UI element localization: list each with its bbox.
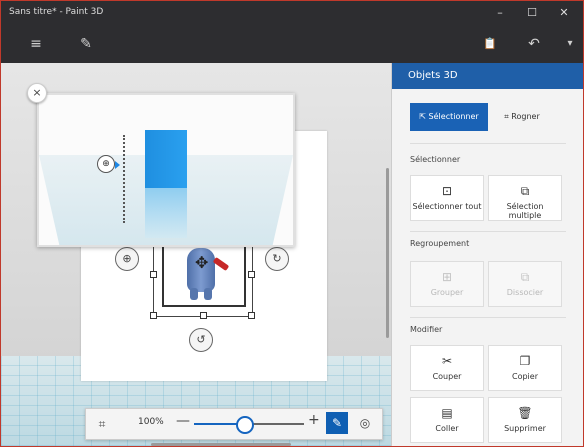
copy-icon: ❐ — [519, 354, 531, 368]
crop-mode-button[interactable]: ⌗ Rogner — [492, 103, 552, 131]
depth-guide — [123, 135, 125, 223]
paste-icon[interactable]: 📋 — [477, 33, 503, 55]
side-panel: Objets 3D ⇱ Sélectionner ⌗ Rogner Sélect… — [391, 63, 583, 446]
resize-handle[interactable] — [248, 312, 255, 319]
canvas-area[interactable]: ⊕ ↻ ↺ ✥ ⊕ × ⌗ 100% — + ✎ ◎ — [1, 63, 391, 446]
move-cursor-icon: ✥ — [195, 253, 209, 272]
section-group-title: Regroupement — [410, 239, 470, 248]
window-title: Sans titre* - Paint 3D — [9, 7, 104, 17]
rotate-y-handle-icon[interactable]: ⊕ — [115, 247, 139, 271]
resize-handle[interactable] — [150, 271, 157, 278]
zoom-value: 100% — [138, 417, 164, 427]
group-button[interactable]: ⊞ Grouper — [410, 261, 484, 307]
more-icon[interactable]: ▾ — [557, 33, 583, 55]
delete-button[interactable]: 🗑 Supprimer — [488, 397, 562, 443]
select-all-icon: ⊡ — [441, 184, 453, 198]
toolbar: ≡ ✎ 📋 ↶ ▾ — [1, 25, 583, 64]
arrow-right-icon — [115, 161, 120, 169]
ungroup-icon: ⧉ — [520, 270, 530, 284]
multi-select-button[interactable]: ⧉ Sélection multiple — [488, 175, 562, 221]
brush-icon[interactable]: ✎ — [73, 33, 99, 55]
zoom-in-button[interactable]: + — [308, 412, 320, 428]
undo-icon[interactable]: ↶ — [521, 33, 547, 55]
select-mode-button[interactable]: ⇱ Sélectionner — [410, 103, 488, 131]
zoom-out-button[interactable]: — — [176, 413, 190, 429]
close-window-button[interactable]: ✕ — [553, 4, 575, 22]
section-modify-title: Modifier — [410, 325, 443, 334]
cursor-icon: ⇱ — [419, 112, 429, 121]
rotate-x-handle-icon[interactable]: ↻ — [265, 247, 289, 271]
view-3d-icon[interactable]: ◎ — [354, 412, 376, 434]
zoom-slider-thumb[interactable] — [235, 416, 254, 434]
fit-to-screen-icon[interactable]: ⌗ — [92, 414, 112, 434]
horizontal-scrollbar[interactable] — [151, 443, 291, 446]
zoom-bar: ⌗ 100% — + ✎ ◎ — [85, 408, 383, 440]
rotate-z-handle-icon[interactable]: ↺ — [189, 328, 213, 352]
trash-icon: 🗑 — [517, 406, 533, 420]
selection-box[interactable] — [150, 237, 255, 319]
resize-handle[interactable] — [248, 271, 255, 278]
side-view-panel[interactable]: ⊕ — [37, 93, 295, 247]
resize-handle[interactable] — [200, 312, 207, 319]
close-side-view-button[interactable]: × — [27, 83, 47, 103]
title-bar: Sans titre* - Paint 3D – ☐ ✕ — [1, 1, 583, 25]
ungroup-button[interactable]: ⧉ Dissocier — [488, 261, 562, 307]
group-icon: ⊞ — [441, 270, 453, 284]
minimize-button[interactable]: – — [489, 4, 511, 22]
vertical-scrollbar[interactable] — [386, 168, 389, 338]
cube-side-view — [145, 130, 187, 188]
app-window: Sans titre* - Paint 3D – ☐ ✕ ≡ ✎ 📋 ↶ ▾ ⊕… — [0, 0, 584, 447]
cut-button[interactable]: ✂ Couper — [410, 345, 484, 391]
panel-title: Objets 3D — [392, 63, 583, 89]
multi-select-icon: ⧉ — [520, 184, 530, 198]
cube-reflection — [145, 188, 187, 238]
maximize-button[interactable]: ☐ — [521, 4, 543, 22]
paste-button[interactable]: ▤ Coller — [410, 397, 484, 443]
copy-button[interactable]: ❐ Copier — [488, 345, 562, 391]
depth-handle-icon[interactable]: ⊕ — [97, 155, 115, 173]
resize-handle[interactable] — [150, 312, 157, 319]
section-select-title: Sélectionner — [410, 155, 461, 164]
pen-icon[interactable]: ✎ — [326, 412, 348, 434]
select-all-button[interactable]: ⊡ Sélectionner tout — [410, 175, 484, 221]
scissors-icon: ✂ — [441, 354, 453, 368]
menu-icon[interactable]: ≡ — [23, 33, 49, 55]
clipboard-icon: ▤ — [441, 406, 453, 420]
